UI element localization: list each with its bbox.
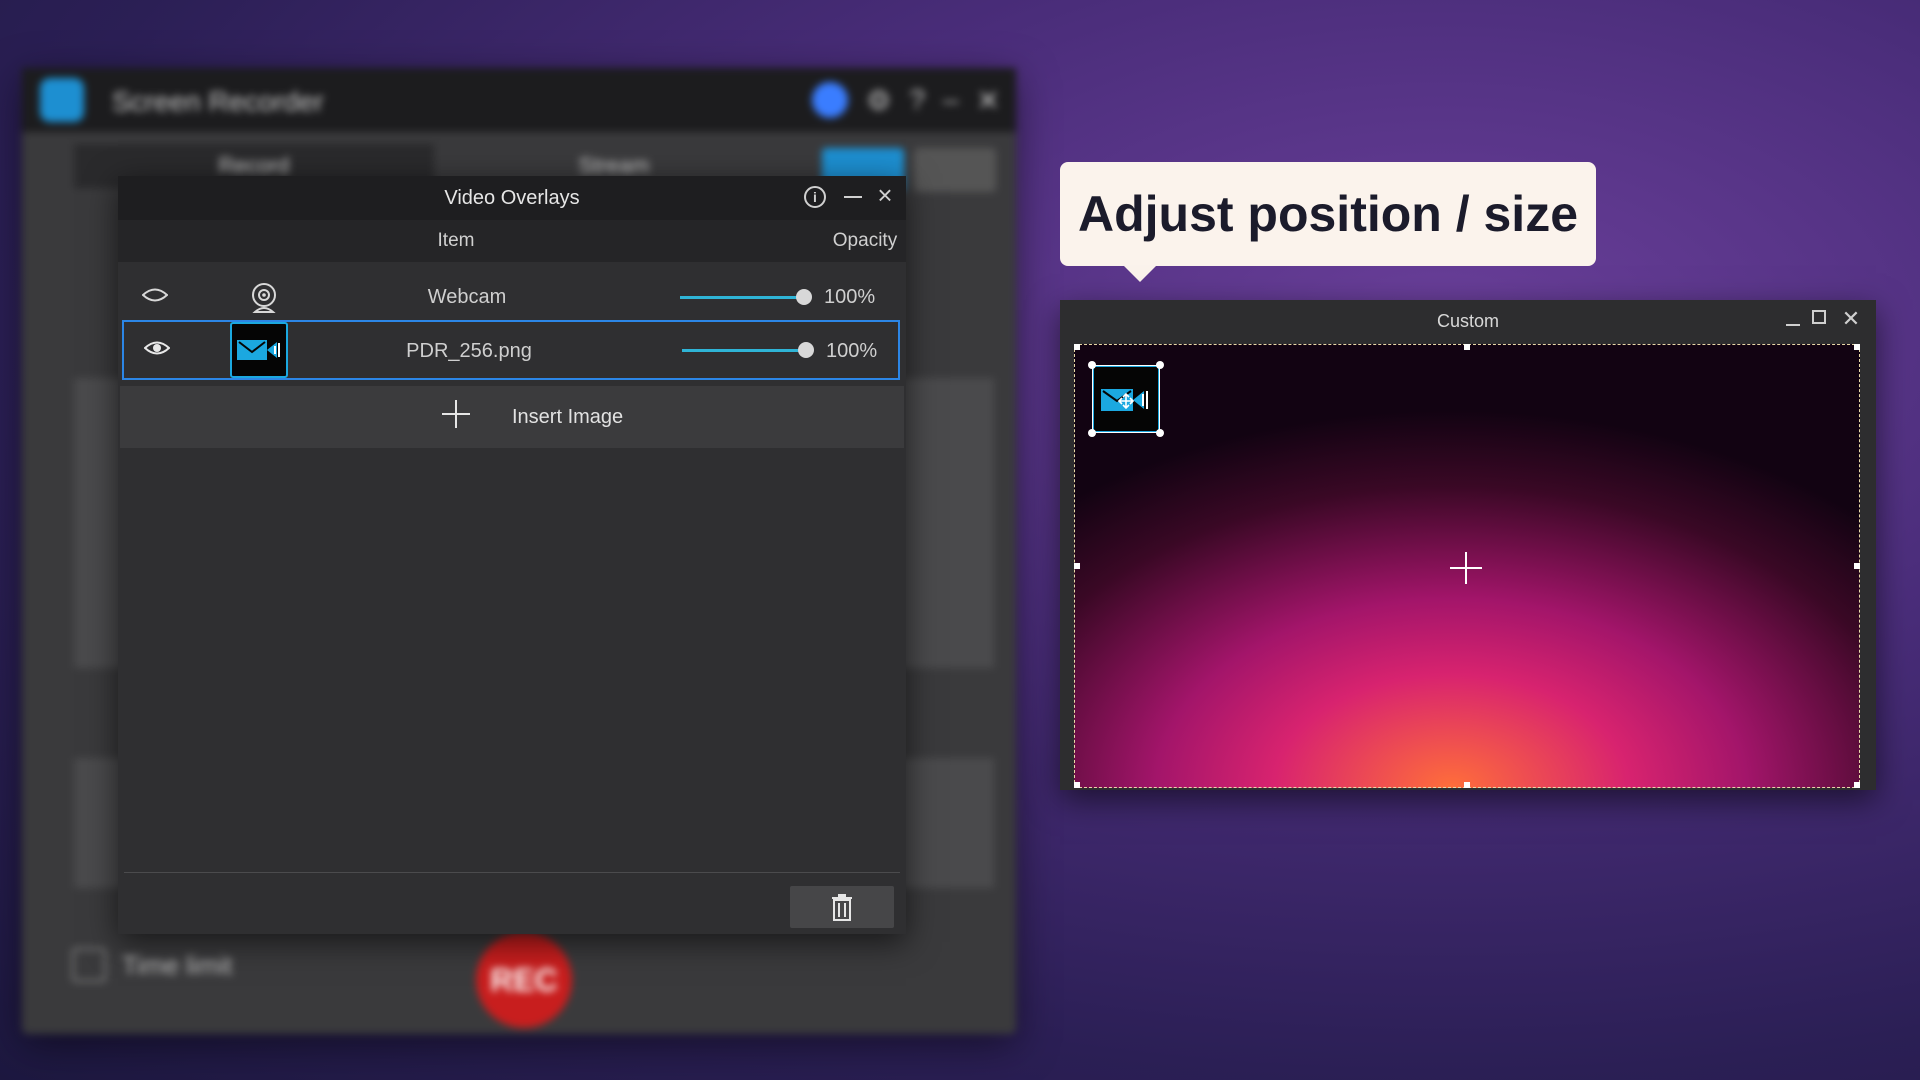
app-toolbar: ⚙ ? – ✕ xyxy=(812,82,1000,118)
opacity-slider-handle[interactable] xyxy=(796,289,812,305)
app-logo-icon xyxy=(40,78,84,122)
opacity-slider-handle[interactable] xyxy=(798,342,814,358)
overlay-row-image[interactable]: PDR_256.png 100% xyxy=(122,320,900,380)
overlay-resize-handle[interactable] xyxy=(1088,361,1096,369)
callout-tail xyxy=(1124,266,1156,282)
resize-handle[interactable] xyxy=(1854,563,1860,569)
resize-handle[interactable] xyxy=(1074,344,1080,350)
app-title: Screen Recorder xyxy=(112,86,324,117)
close-icon[interactable]: ✕ xyxy=(1840,306,1862,332)
overlay-row-webcam[interactable]: Webcam 100% xyxy=(122,268,900,326)
callout-bubble: Adjust position / size xyxy=(1060,162,1596,266)
overlay-resize-handle[interactable] xyxy=(1088,429,1096,437)
opacity-value: 100% xyxy=(826,340,878,362)
opacity-value: 100% xyxy=(824,286,876,308)
help-icon[interactable]: ? xyxy=(909,84,925,116)
dialog-titlebar: Video Overlays i × xyxy=(118,176,906,220)
overlay-resize-handle[interactable] xyxy=(1156,429,1164,437)
resize-handle[interactable] xyxy=(1854,782,1860,788)
time-limit-label: Time limit xyxy=(122,949,233,980)
column-header: Item Opacity xyxy=(118,220,906,262)
time-limit-option[interactable]: Time limit xyxy=(72,948,232,982)
overlay-name: Webcam xyxy=(427,286,507,308)
plus-icon xyxy=(442,400,470,428)
resize-handle[interactable] xyxy=(1854,344,1860,350)
minimize-icon[interactable]: – xyxy=(943,84,959,116)
callout-text: Adjust position / size xyxy=(1077,186,1579,242)
time-limit-checkbox[interactable] xyxy=(72,948,106,982)
info-icon[interactable]: i xyxy=(804,186,826,208)
eye-icon[interactable] xyxy=(142,286,168,304)
video-overlays-dialog: Video Overlays i × Item Opacity Webcam 1… xyxy=(118,176,906,934)
divider xyxy=(124,872,900,873)
video-app-icon xyxy=(237,340,280,360)
profile-icon[interactable] xyxy=(812,82,849,118)
opacity-slider-track[interactable] xyxy=(680,296,806,299)
webcam-icon xyxy=(252,283,276,313)
image-thumbnail xyxy=(230,322,288,378)
settings-icon[interactable]: ⚙ xyxy=(866,84,891,117)
maximize-icon[interactable] xyxy=(1812,310,1826,324)
close-icon[interactable]: ✕ xyxy=(977,84,1000,117)
dialog-title: Video Overlays xyxy=(444,187,580,209)
window-title: Custom xyxy=(1436,311,1499,331)
resize-handle[interactable] xyxy=(1464,344,1470,350)
custom-preview-window: Custom ✕ xyxy=(1060,300,1876,790)
close-icon[interactable]: × xyxy=(872,182,898,208)
insert-image-button[interactable]: Insert Image xyxy=(120,386,904,448)
overlay-resize-handle[interactable] xyxy=(1156,361,1164,369)
delete-button[interactable] xyxy=(790,886,894,928)
minimize-icon[interactable] xyxy=(1786,324,1800,326)
opacity-slider-track[interactable] xyxy=(682,349,808,352)
resize-handle[interactable] xyxy=(1464,782,1470,788)
resize-handle[interactable] xyxy=(1074,563,1080,569)
minimize-icon[interactable] xyxy=(844,196,862,198)
resize-handle[interactable] xyxy=(1074,782,1080,788)
app-titlebar: Screen Recorder ⚙ ? – ✕ xyxy=(22,68,1016,132)
overlay-name: PDR_256.png xyxy=(406,340,532,362)
insert-image-label: Insert Image xyxy=(512,406,624,428)
mode-button[interactable] xyxy=(914,148,996,192)
rec-button[interactable]: REC xyxy=(476,932,572,1028)
overlay-selection-box[interactable] xyxy=(1092,365,1160,433)
crosshair-icon xyxy=(1450,552,1482,584)
eye-icon[interactable] xyxy=(144,339,170,357)
capture-area[interactable] xyxy=(1074,344,1860,788)
trash-icon xyxy=(832,894,852,921)
